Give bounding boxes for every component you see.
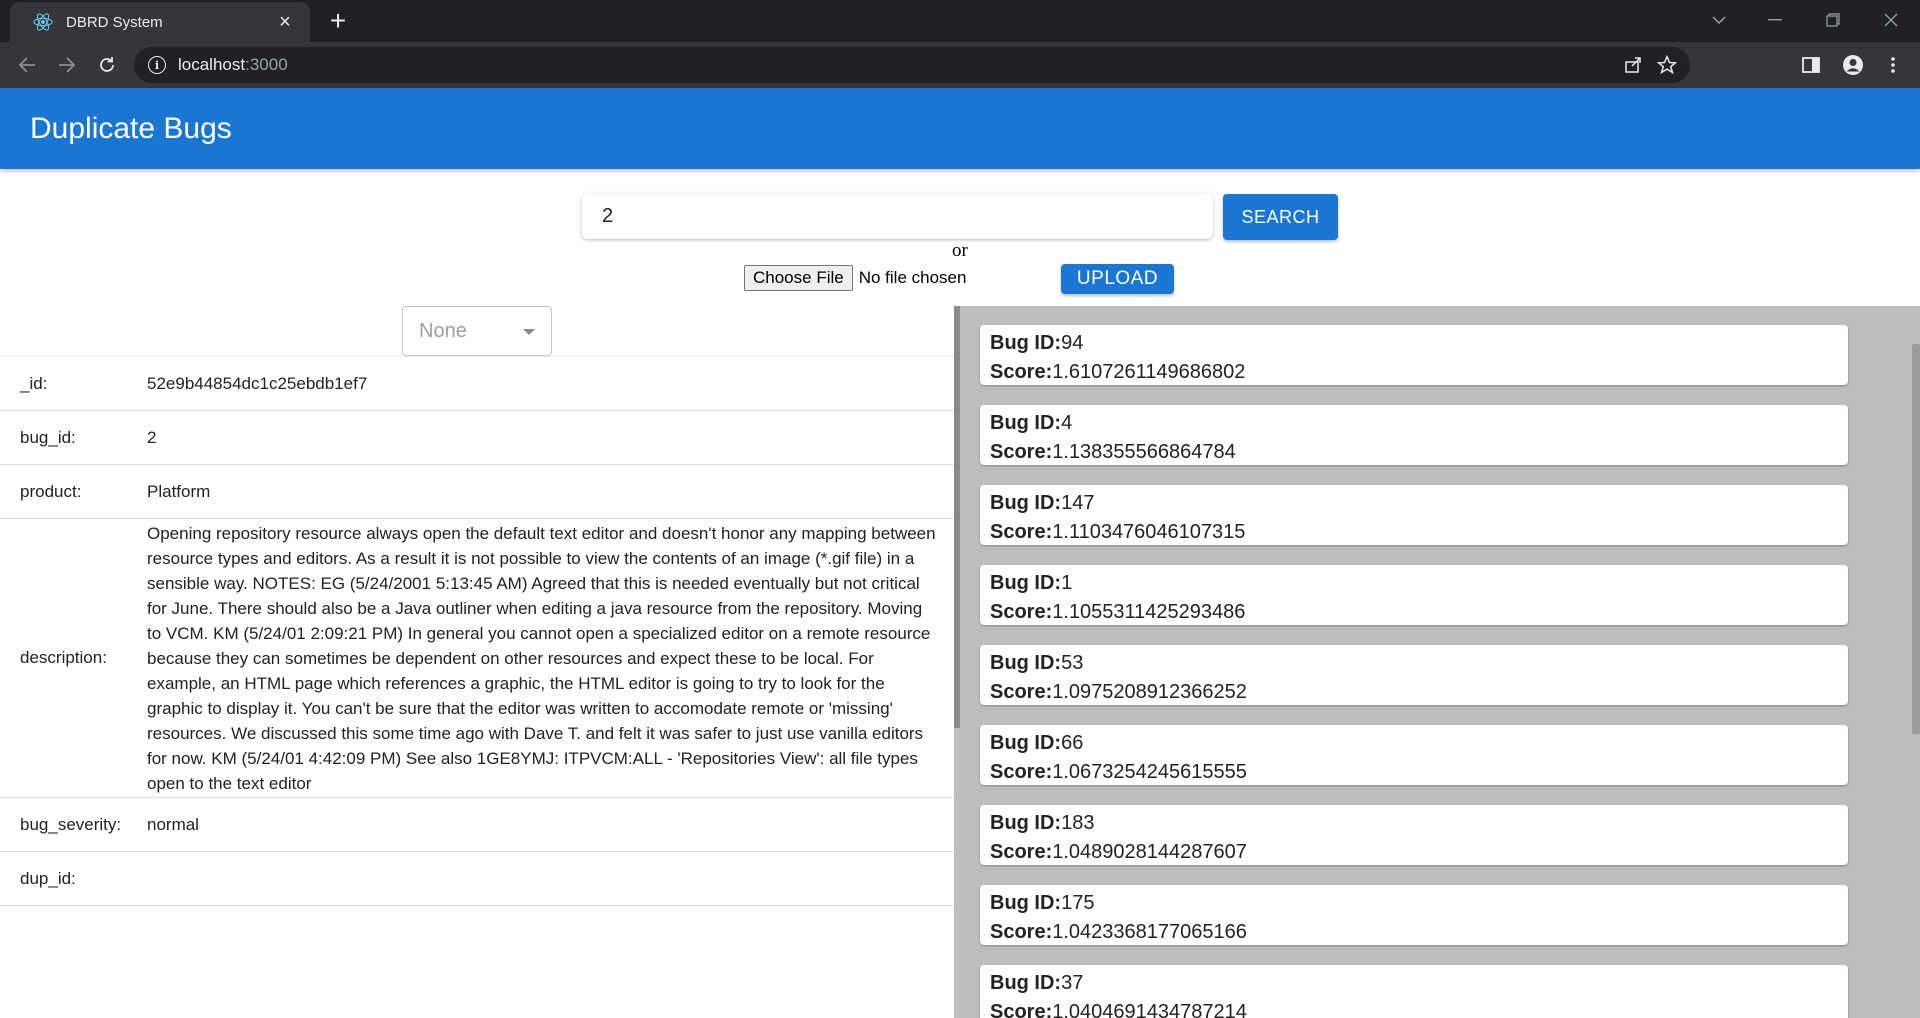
close-window-icon[interactable] <box>1868 0 1914 40</box>
result-card[interactable]: Bug ID:4 Score:1.138355566864784 <box>980 405 1848 465</box>
bug-details-panel: None _id: 52e9b44854dc1c25ebdb1ef7 bug_i… <box>0 306 954 1018</box>
result-card[interactable]: Bug ID:94 Score:1.6107261149686802 <box>980 325 1848 385</box>
browser-tab[interactable]: DBRD System × <box>10 2 310 42</box>
result-bug-id: Bug ID:94 <box>990 332 1084 354</box>
field-select[interactable]: None <box>402 306 552 356</box>
result-bug-id: Bug ID:147 <box>990 492 1095 514</box>
result-bug-id: Bug ID:66 <box>990 732 1084 754</box>
restore-icon[interactable] <box>1810 0 1856 40</box>
profile-avatar-icon[interactable] <box>1838 50 1868 80</box>
result-bug-id: Bug ID:175 <box>990 892 1095 914</box>
address-bar[interactable]: i localhost:3000 <box>134 47 1690 83</box>
field-select-value: None <box>419 319 467 342</box>
result-bug-id: Bug ID:1 <box>990 572 1073 594</box>
detail-row-dup-id: dup_id: <box>0 852 954 906</box>
detail-value: Opening repository resource always open … <box>147 523 936 793</box>
details-scrollbar-thumb[interactable] <box>954 306 960 728</box>
detail-row-description: description: Opening repository resource… <box>0 519 954 798</box>
upload-button[interactable]: UPLOAD <box>1061 264 1174 294</box>
file-picker: Choose File No file chosen <box>744 265 966 291</box>
dropdown-caret-icon <box>523 329 535 335</box>
tab-title: DBRD System <box>66 13 163 31</box>
detail-row-bug-id: bug_id: 2 <box>0 411 954 465</box>
browser-toolbar: i localhost:3000 <box>0 42 1920 88</box>
browser-tabstrip: DBRD System × + <box>0 0 1920 42</box>
result-bug-id: Bug ID:183 <box>990 812 1095 834</box>
bug-search-input[interactable]: 2 <box>582 194 1213 239</box>
back-icon[interactable] <box>12 50 42 80</box>
reload-icon[interactable] <box>92 50 122 80</box>
detail-key: bug_severity: <box>20 814 122 834</box>
result-card[interactable]: Bug ID:53 Score:1.0975208912366252 <box>980 645 1848 705</box>
result-bug-id: Bug ID:53 <box>990 652 1084 674</box>
detail-value: 52e9b44854dc1c25ebdb1ef7 <box>147 374 368 393</box>
app-title: Duplicate Bugs <box>30 111 232 145</box>
bookmark-star-icon[interactable] <box>1652 47 1682 83</box>
detail-row-bug-severity: bug_severity: normal <box>0 798 954 852</box>
result-card[interactable]: Bug ID:37 Score:1.0404691434787214 <box>980 965 1848 1018</box>
browser-menu-icon[interactable] <box>1878 50 1908 80</box>
result-bug-id: Bug ID:4 <box>990 412 1073 434</box>
react-logo-icon <box>30 9 56 35</box>
minimize-icon[interactable] <box>1752 0 1798 40</box>
similar-bugs-panel: Bug ID:94 Score:1.6107261149686802 Bug I… <box>954 306 1920 1018</box>
result-score: Score:1.0673254245615555 <box>990 761 1247 783</box>
tab-search-icon[interactable] <box>1696 0 1742 40</box>
share-icon[interactable] <box>1618 47 1648 83</box>
search-button[interactable]: SEARCH <box>1223 194 1338 240</box>
detail-key: _id: <box>20 373 48 393</box>
choose-file-button[interactable]: Choose File <box>744 265 853 291</box>
close-tab-icon[interactable]: × <box>274 12 296 32</box>
detail-key: bug_id: <box>20 427 76 447</box>
result-card[interactable]: Bug ID:183 Score:1.0489028144287607 <box>980 805 1848 865</box>
site-info-icon[interactable]: i <box>148 56 166 74</box>
result-score: Score:1.0423368177065166 <box>990 921 1247 943</box>
new-tab-icon[interactable]: + <box>323 6 353 36</box>
result-card[interactable]: Bug ID:66 Score:1.0673254245615555 <box>980 725 1848 785</box>
detail-key: description: <box>20 648 107 667</box>
result-card[interactable]: Bug ID:147 Score:1.1103476046107315 <box>980 485 1848 545</box>
or-separator: or <box>952 240 968 261</box>
app-bar: Duplicate Bugs <box>0 88 1920 169</box>
result-score: Score:1.138355566864784 <box>990 441 1236 463</box>
detail-row-product: product: Platform <box>0 465 954 519</box>
result-bug-id: Bug ID:37 <box>990 972 1084 994</box>
bug-details-table: _id: 52e9b44854dc1c25ebdb1ef7 bug_id: 2 … <box>0 356 954 906</box>
side-panel-icon[interactable] <box>1796 50 1826 80</box>
detail-value: Platform <box>147 482 211 501</box>
result-score: Score:1.1055311425293486 <box>990 601 1246 623</box>
forward-icon[interactable] <box>52 50 82 80</box>
file-status-text: No file chosen <box>858 268 967 287</box>
result-card[interactable]: Bug ID:175 Score:1.0423368177065166 <box>980 885 1848 945</box>
result-score: Score:1.0489028144287607 <box>990 841 1247 863</box>
result-card[interactable]: Bug ID:1 Score:1.1055311425293486 <box>980 565 1848 625</box>
detail-key: product: <box>20 481 82 501</box>
detail-row-id: _id: 52e9b44854dc1c25ebdb1ef7 <box>0 356 954 411</box>
result-score: Score:1.6107261149686802 <box>990 361 1246 383</box>
detail-key: dup_id: <box>20 868 76 888</box>
result-score: Score:1.0404691434787214 <box>990 1001 1247 1018</box>
result-score: Score:1.0975208912366252 <box>990 681 1247 703</box>
result-score: Score:1.1103476046107315 <box>990 521 1246 543</box>
detail-value: 2 <box>147 428 157 447</box>
results-scrollbar[interactable] <box>1912 344 1920 734</box>
url-text: localhost:3000 <box>178 55 288 74</box>
detail-value: normal <box>147 815 199 834</box>
details-scrollbar-track[interactable] <box>954 306 960 1018</box>
